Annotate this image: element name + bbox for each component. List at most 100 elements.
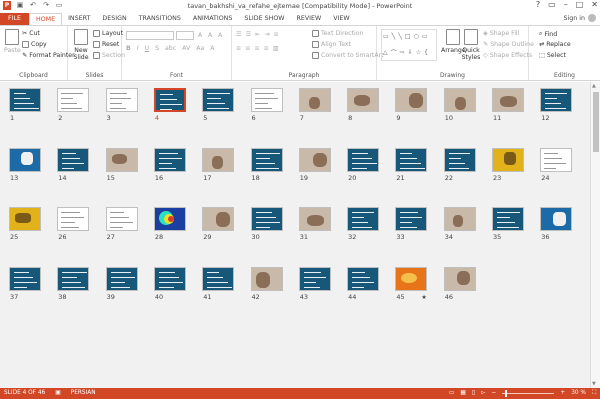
shadow-button[interactable]: S [155, 45, 159, 52]
align-right-icon[interactable]: ≡ [254, 45, 259, 52]
slide-thumbnail[interactable] [298, 266, 331, 291]
convert-smartart-button[interactable]: Convert to SmartArt [312, 52, 384, 59]
new-slide-button[interactable]: New Slide [72, 29, 90, 61]
zoom-out-icon[interactable]: − [491, 388, 496, 399]
textbox-shape-icon[interactable]: ▭ [383, 33, 389, 40]
shape-fill-button[interactable]: ◈ Shape Fill [483, 30, 519, 37]
star-shape-icon[interactable]: ☆ [416, 49, 421, 56]
slide-thumbnail[interactable] [443, 88, 476, 112]
oval-shape-icon[interactable]: ○ [414, 33, 419, 40]
slide-thumbnail[interactable] [298, 207, 331, 231]
slide-thumbnail[interactable] [57, 88, 90, 112]
strikethrough-button[interactable]: abc [165, 45, 176, 52]
language-indicator[interactable]: PERSIAN [71, 388, 96, 399]
sign-in[interactable]: Sign in [564, 14, 596, 22]
slide-thumbnail[interactable] [250, 266, 283, 291]
slide-sorter-icon[interactable]: ▦ [460, 388, 465, 399]
replace-button[interactable]: ⇄ Replace [539, 41, 571, 48]
slide-thumbnail[interactable] [540, 207, 573, 231]
minimize-icon[interactable]: – [564, 0, 568, 9]
font-shrink-button[interactable]: A [208, 32, 212, 39]
scroll-up-icon[interactable]: ▲ [592, 83, 596, 89]
slide-thumbnail[interactable] [202, 207, 235, 231]
spacing-button[interactable]: AV [182, 45, 190, 52]
ribbon-display-icon[interactable]: ▭ [548, 0, 556, 9]
shape-effects-button[interactable]: ◇ Shape Effects [483, 52, 532, 59]
slide-thumbnail[interactable] [250, 147, 283, 172]
numbering-icon[interactable]: ☰ [246, 31, 252, 38]
close-icon[interactable]: ✕ [591, 0, 598, 9]
line-shape-icon[interactable]: ╲ [398, 33, 402, 40]
slide-thumbnail[interactable] [395, 88, 428, 112]
slide-thumbnail[interactable] [57, 147, 90, 172]
slide-thumbnail[interactable] [492, 207, 524, 231]
slide-thumbnail[interactable] [443, 266, 476, 291]
line-shape-icon[interactable]: ╲ [392, 33, 396, 40]
slide-thumbnail[interactable] [153, 207, 186, 231]
slide-thumbnail[interactable] [250, 207, 283, 231]
shape-outline-button[interactable]: ✎ Shape Outline [483, 41, 534, 48]
vertical-scrollbar[interactable]: ▲ ▼ [590, 82, 600, 388]
slide-thumbnail[interactable] [492, 88, 524, 112]
align-text-button[interactable]: Align Text [312, 41, 351, 48]
shapes-gallery[interactable]: ▭ ╲ ╲ □ ○ ▭ △ ⌒ ⇨ ⇩ ☆{ [381, 29, 437, 61]
slide-thumbnail[interactable] [9, 147, 41, 172]
slide-thumbnail[interactable] [105, 207, 138, 231]
zoom-in-icon[interactable]: + [560, 388, 565, 399]
align-left-icon[interactable]: ≡ [236, 45, 241, 52]
text-direction-button[interactable]: Text Direction [312, 30, 363, 37]
tab-animations[interactable]: ANIMATIONS [187, 13, 239, 25]
bold-button[interactable]: B [126, 45, 131, 52]
slide-thumbnail[interactable] [105, 88, 138, 112]
tab-slide-show[interactable]: SLIDE SHOW [238, 13, 290, 25]
section-button[interactable]: Section [93, 52, 125, 59]
help-icon[interactable]: ? [536, 0, 540, 9]
reading-view-icon[interactable]: ▯ [472, 388, 475, 399]
reset-button[interactable]: Reset [93, 41, 119, 48]
slide-thumbnail[interactable] [443, 147, 476, 172]
change-case-button[interactable]: Aa [196, 45, 204, 52]
slide-thumbnail[interactable] [9, 207, 41, 231]
quick-styles-button[interactable]: Quick Styles [461, 29, 481, 61]
slide-thumbnail[interactable] [105, 147, 138, 172]
scrollbar-thumb[interactable] [593, 92, 599, 152]
clear-format-button[interactable]: A [218, 32, 222, 39]
font-name-box[interactable] [126, 31, 174, 40]
underline-button[interactable]: U [145, 45, 150, 52]
tab-home[interactable]: HOME [28, 13, 63, 25]
rectangle-shape-icon[interactable]: ▭ [422, 33, 428, 40]
slide-thumbnail[interactable] [347, 207, 380, 231]
font-color-button[interactable]: A [210, 45, 214, 52]
sign-in-label[interactable]: Sign in [564, 15, 585, 22]
rectangle-shape-icon[interactable]: □ [405, 33, 411, 40]
slide-thumbnail[interactable] [443, 207, 476, 231]
format-painter-button[interactable]: ✎ Format Painter [22, 52, 75, 59]
slide-thumbnail[interactable] [9, 266, 41, 291]
columns-icon[interactable]: ▥ [273, 45, 279, 52]
find-button[interactable]: ⌕ Find [539, 30, 557, 38]
triangle-shape-icon[interactable]: △ [383, 49, 388, 56]
align-center-icon[interactable]: ≡ [245, 45, 250, 52]
tab-insert[interactable]: INSERT [62, 13, 96, 25]
cut-button[interactable]: ✂ Cut [22, 30, 40, 37]
select-button[interactable]: ⬚ Select [539, 52, 566, 59]
decrease-indent-icon[interactable]: ⇤ [255, 31, 260, 38]
tab-transitions[interactable]: TRANSITIONS [133, 13, 187, 25]
normal-view-icon[interactable]: ▭ [449, 388, 454, 399]
slide-thumbnail[interactable] [9, 88, 41, 112]
slide-thumbnail[interactable] [347, 88, 380, 112]
maximize-icon[interactable]: □ [576, 0, 584, 9]
slideshow-view-icon[interactable]: ▻ [481, 388, 485, 399]
slide-thumbnail[interactable] [298, 147, 331, 172]
slide-thumbnail[interactable] [347, 266, 380, 291]
zoom-slider-knob[interactable] [505, 390, 507, 397]
fit-to-window-icon[interactable]: ⛶ [592, 388, 596, 399]
spelling-icon[interactable]: ▣ [55, 388, 60, 399]
slide-thumbnail[interactable] [57, 207, 90, 231]
copy-button[interactable]: Copy [22, 41, 47, 48]
increase-indent-icon[interactable]: ⇥ [264, 31, 269, 38]
slide-thumbnail[interactable] [153, 147, 186, 172]
arrow-shape-icon[interactable]: ⇩ [408, 49, 413, 56]
font-grow-button[interactable]: A [198, 32, 202, 39]
tab-review[interactable]: REVIEW [291, 13, 328, 25]
